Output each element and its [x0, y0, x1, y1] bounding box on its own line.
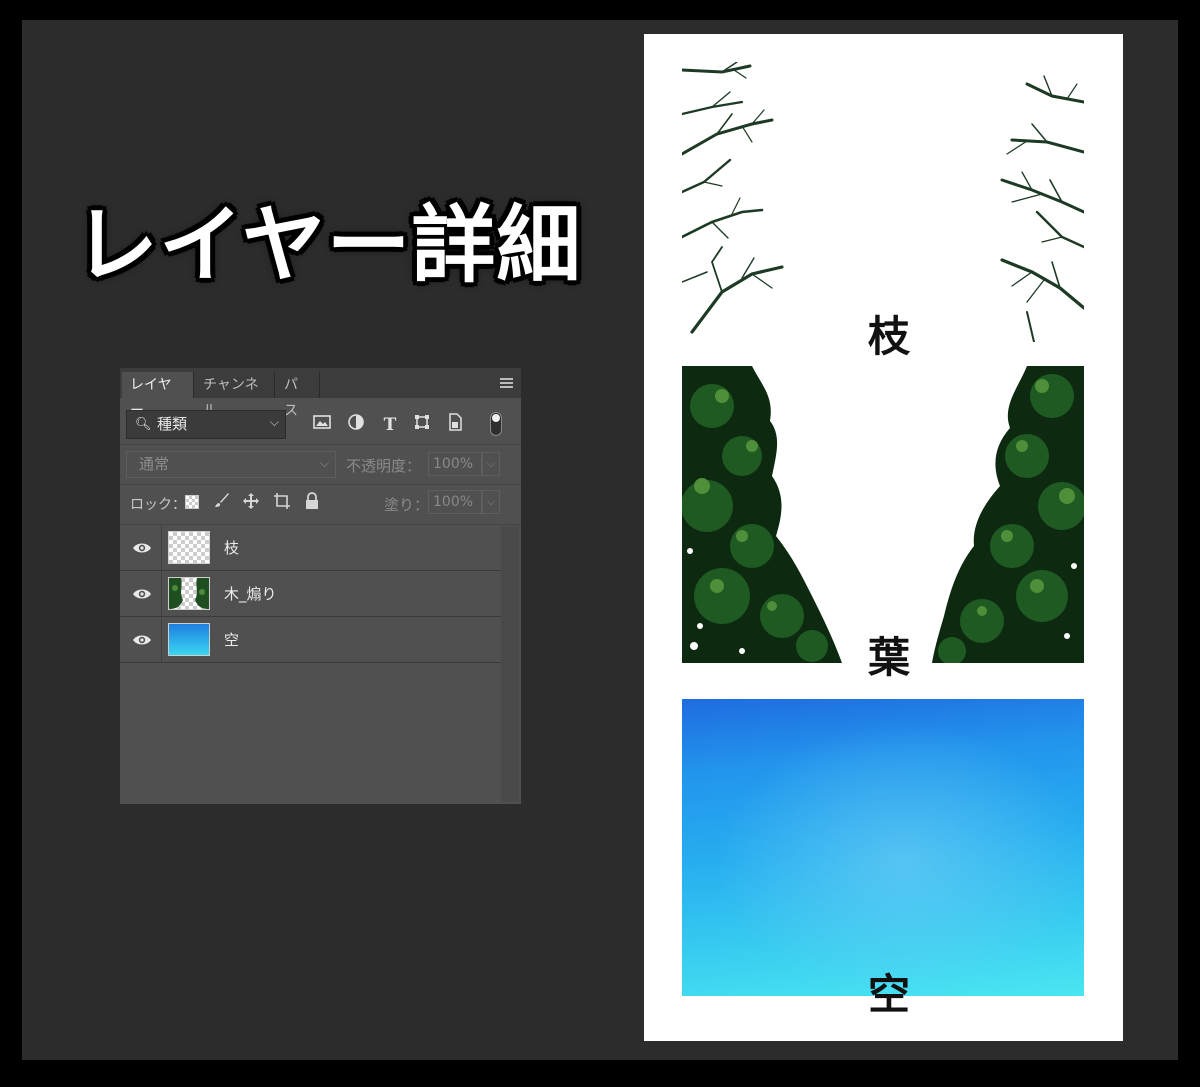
leaves-label: 葉: [868, 633, 911, 682]
opacity-input[interactable]: 100%: [428, 452, 482, 476]
fill-label: 塗り：: [384, 496, 430, 514]
layer-list-scrollbar[interactable]: [501, 526, 519, 802]
search-icon: 🔍︎: [135, 417, 152, 432]
layer-name[interactable]: 木_煽り: [224, 571, 277, 617]
tab-layers[interactable]: レイヤー: [122, 372, 194, 419]
divider: [161, 617, 162, 663]
layer-name[interactable]: 枝: [224, 525, 239, 571]
branches-label: 枝: [868, 312, 911, 361]
branches-artwork: [682, 62, 1084, 342]
blend-mode-select[interactable]: 通常 ⌵: [126, 451, 336, 478]
sky-label: 空: [868, 970, 911, 1019]
type-filter-icon[interactable]: T: [378, 413, 402, 437]
eye-icon[interactable]: [132, 630, 152, 650]
filter-toggle-switch[interactable]: [490, 412, 502, 436]
adjustment-filter-icon[interactable]: [344, 413, 368, 437]
layer-preview-sheet: 枝 葉 空: [644, 34, 1123, 1041]
panel-tab-bar: レイヤー チャンネル パス: [120, 368, 521, 419]
fill-slider-toggle-icon[interactable]: ⌵: [482, 490, 500, 514]
layer-thumbnail: [168, 531, 210, 564]
sky-artwork: [682, 699, 1084, 996]
layer-thumbnail: [168, 577, 210, 610]
trees-thumbnail-icon: [169, 578, 209, 609]
divider: [120, 444, 521, 445]
divider: [161, 525, 162, 571]
layers-panel: レイヤー チャンネル パス 🔍︎ 種類 ⌵ T 通常 ⌵ 不透明度： 100% …: [120, 368, 521, 804]
eye-icon[interactable]: [132, 584, 152, 604]
lock-transparent-icon[interactable]: [185, 495, 199, 509]
opacity-label: 不透明度：: [346, 457, 422, 475]
lock-all-icon[interactable]: [302, 492, 322, 512]
lock-artboard-icon[interactable]: [272, 492, 292, 512]
layer-filter-select[interactable]: 🔍︎ 種類 ⌵: [126, 410, 286, 439]
chevron-down-icon: ⌵: [269, 415, 279, 429]
opacity-slider-toggle-icon[interactable]: ⌵: [482, 452, 500, 476]
layer-filter-label: 種類: [157, 415, 188, 433]
divider: [120, 484, 521, 485]
lock-position-icon[interactable]: [241, 492, 261, 512]
blend-mode-value: 通常: [139, 455, 170, 473]
tab-channels[interactable]: チャンネル: [195, 372, 275, 419]
divider: [161, 571, 162, 617]
page-title: レイヤー詳細: [74, 196, 582, 294]
leaves-artwork: [682, 366, 1084, 663]
panel-menu-icon[interactable]: [500, 378, 513, 388]
smart-object-filter-icon[interactable]: [443, 413, 467, 437]
shape-filter-icon[interactable]: [410, 413, 434, 437]
eye-icon[interactable]: [132, 538, 152, 558]
layer-row[interactable]: 木_煽り: [120, 571, 501, 617]
lock-paint-icon[interactable]: [212, 492, 232, 512]
image-filter-icon[interactable]: [310, 413, 334, 437]
chevron-down-icon: ⌵: [319, 456, 329, 470]
layer-name[interactable]: 空: [224, 617, 239, 663]
layer-row[interactable]: 空: [120, 617, 501, 663]
layer-thumbnail: [168, 623, 210, 656]
layer-row[interactable]: 枝: [120, 525, 501, 571]
tab-paths[interactable]: パス: [276, 372, 320, 419]
fill-input[interactable]: 100%: [428, 490, 482, 514]
lock-label: ロック：: [130, 497, 186, 513]
